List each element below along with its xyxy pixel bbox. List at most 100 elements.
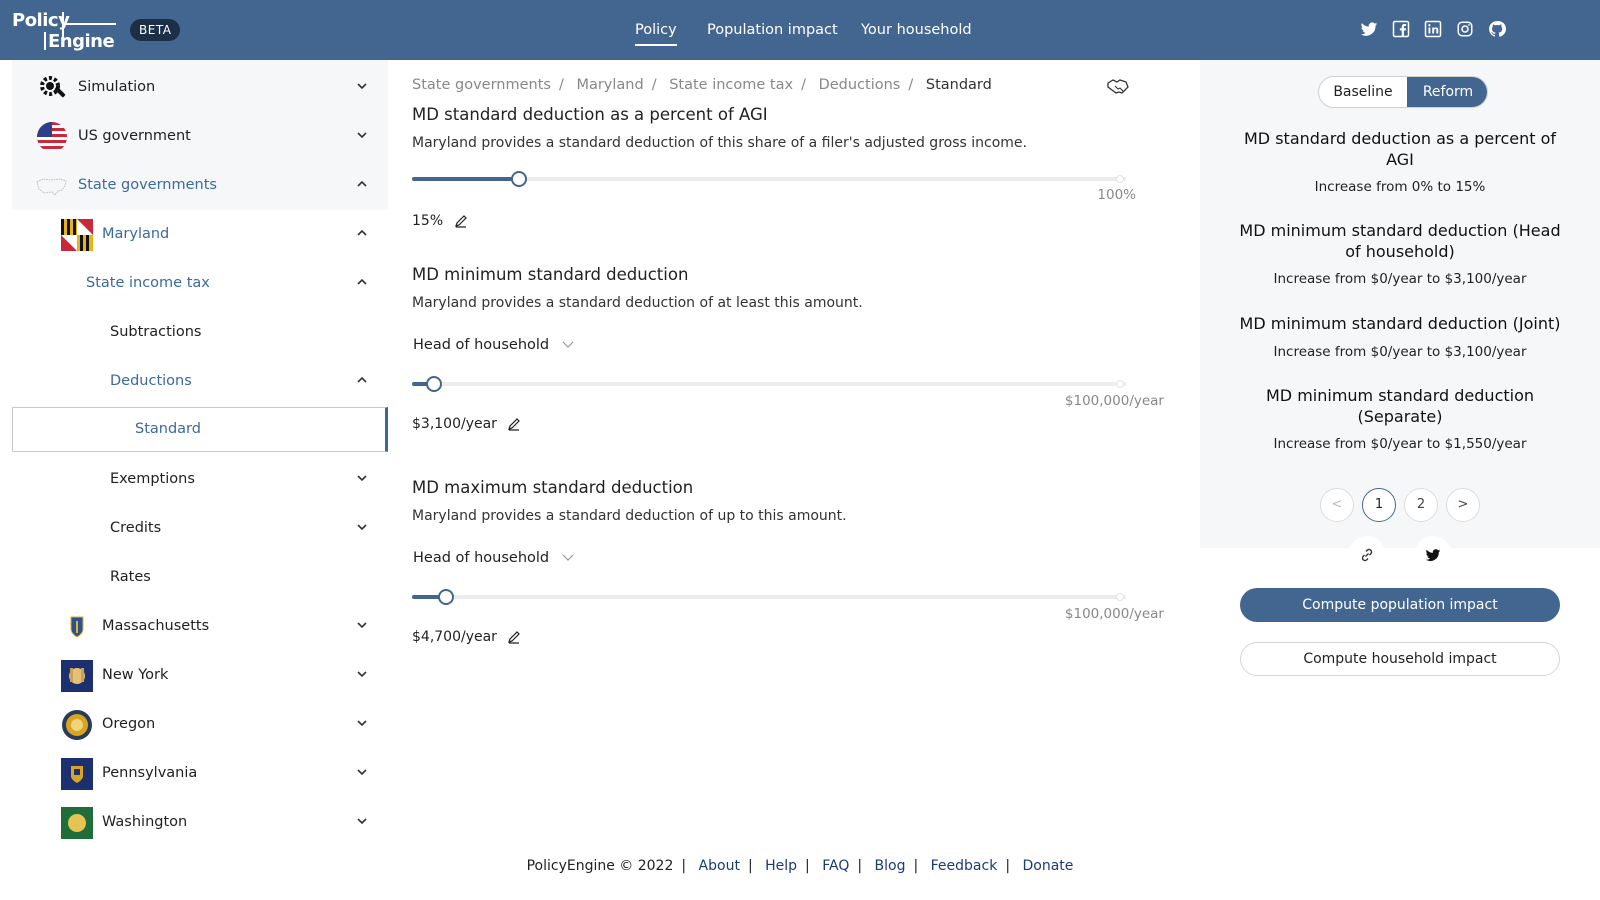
sidebar-item-deductions[interactable]: Deductions [12,356,388,406]
chevron-up-icon[interactable] [356,178,368,190]
chevron-down-icon[interactable] [356,668,368,680]
sidebar-item-label: Maryland [102,226,170,242]
parameter-value[interactable]: $3,100/year [412,416,521,432]
facebook-icon[interactable] [1392,20,1410,38]
chevron-down-icon[interactable] [356,717,368,729]
footer-link-blog[interactable]: Blog [875,858,906,874]
slider-handle[interactable] [438,589,454,605]
handshake-icon[interactable] [1106,78,1130,96]
pagination-page-2[interactable]: 2 [1404,488,1438,522]
value-slider-track[interactable] [412,589,1126,605]
massachusetts-flag-icon [61,611,93,643]
sidebar-item-maryland[interactable]: Maryland [12,209,388,259]
sidebar-item-washington[interactable]: Washington [12,797,388,840]
sidebar-item-standard[interactable]: Standard [12,407,388,452]
parameter-value[interactable]: $4,700/year [412,629,521,645]
change-title: MD minimum standard deduction (Separate) [1265,386,1535,426]
footer-link-faq[interactable]: FAQ [822,858,849,874]
baseline-reform-toggle: Baseline Reform [1318,76,1488,108]
chevron-up-icon[interactable] [356,276,368,288]
new-york-flag-icon [61,660,93,692]
compute-population-impact-button[interactable]: Compute population impact [1240,588,1560,622]
slider-fill [412,177,519,181]
parameter-value-text: 15% [412,213,444,229]
filing-status-dropdown[interactable]: Head of household [413,550,574,566]
linkedin-icon[interactable] [1424,20,1442,38]
footer-link-feedback[interactable]: Feedback [931,858,998,874]
dropdown-selected: Head of household [413,337,550,353]
share-twitter-button[interactable] [1414,536,1452,574]
nav-policy[interactable]: Policy [635,0,677,60]
parameter-value[interactable]: 15% [412,213,468,229]
sidebar-item-subtractions[interactable]: Subtractions [12,307,388,357]
change-title: MD minimum standard deduction (Joint) [1239,314,1561,333]
chevron-down-icon[interactable] [356,619,368,631]
us-map-icon [36,178,67,196]
sidebar-item-new-york[interactable]: New York [12,650,388,700]
pencil-icon[interactable] [507,630,521,644]
value-slider-track[interactable] [412,171,1126,187]
nav-your-household[interactable]: Your household [861,0,972,60]
pencil-icon[interactable] [454,214,468,228]
chevron-down-icon[interactable] [356,766,368,778]
sidebar-item-rates[interactable]: Rates [12,552,388,602]
logo-bar [44,32,46,50]
footer-link-help[interactable]: Help [765,858,797,874]
footer-link-donate[interactable]: Donate [1022,858,1073,874]
sidebar-item-credits[interactable]: Credits [12,503,388,553]
slider-handle[interactable] [511,171,527,187]
pagination-prev[interactable]: < [1320,488,1354,522]
sidebar-item-label: State governments [78,177,217,193]
sidebar-item-us-government[interactable]: US government [12,111,388,161]
chevron-down-icon[interactable] [356,521,368,533]
footer: PolicyEngine © 2022 | About | Help | FAQ | B… [0,840,1600,900]
slider-handle[interactable] [426,376,442,392]
value-slider-track[interactable] [412,376,1126,392]
breadcrumb-item[interactable]: State governments [412,77,551,93]
breadcrumb-item[interactable]: Maryland [576,77,643,93]
parameter-description: Maryland provides a standard deduction o… [412,135,1027,151]
chevron-up-icon[interactable] [356,374,368,386]
nav-population-impact[interactable]: Population impact [707,0,838,60]
sidebar-item-label: Exemptions [110,471,195,487]
sidebar-item-label: Massachusetts [102,618,210,634]
slider-max-label: $100,000/year [1064,393,1164,409]
pencil-icon[interactable] [507,417,521,431]
sidebar-item-label: US government [78,128,191,144]
filing-status-dropdown[interactable]: Head of household [413,337,574,353]
parameter-title: MD maximum standard deduction [412,478,694,497]
chevron-down-icon[interactable] [356,129,368,141]
chevron-up-icon[interactable] [356,227,368,239]
sidebar-item-simulation[interactable]: Simulation [12,62,388,112]
chevron-down-icon[interactable] [356,815,368,827]
reform-toggle[interactable]: Reform [1407,77,1487,107]
github-icon[interactable] [1488,20,1506,38]
change-title: MD standard deduction as a percent of AG… [1244,129,1556,169]
sidebar-item-state-income-tax[interactable]: State income tax [12,258,388,308]
chevron-down-icon[interactable] [356,80,368,92]
policyengine-logo[interactable]: Policy Engine [12,10,116,52]
top-navbar: Policy Engine BETA Policy Population imp… [0,0,1600,60]
instagram-icon[interactable] [1456,20,1474,38]
slider-end-dot [1116,593,1124,601]
sidebar-item-oregon[interactable]: Oregon [12,699,388,749]
pagination-next[interactable]: > [1446,488,1480,522]
breadcrumb-item[interactable]: State income tax [669,77,793,93]
baseline-toggle[interactable]: Baseline [1319,77,1407,107]
gear-icon [40,76,66,98]
twitter-icon[interactable] [1360,20,1378,38]
sidebar-item-label: Simulation [78,79,156,95]
pagination-page-1[interactable]: 1 [1362,488,1396,522]
sidebar-item-state-governments[interactable]: State governments [12,160,388,210]
chevron-down-icon[interactable] [356,472,368,484]
sidebar-item-pennsylvania[interactable]: Pennsylvania [12,748,388,798]
change-description: Increase from 0% to 15% [1314,179,1486,195]
breadcrumb-item[interactable]: Deductions [819,77,901,93]
copy-link-button[interactable] [1348,536,1386,574]
footer-link-about[interactable]: About [699,858,740,874]
sidebar-item-exemptions[interactable]: Exemptions [12,454,388,504]
oregon-flag-icon [62,710,92,740]
parameter-description: Maryland provides a standard deduction o… [412,295,863,311]
compute-household-impact-button[interactable]: Compute household impact [1240,642,1560,676]
sidebar-item-massachusetts[interactable]: Massachusetts [12,601,388,651]
